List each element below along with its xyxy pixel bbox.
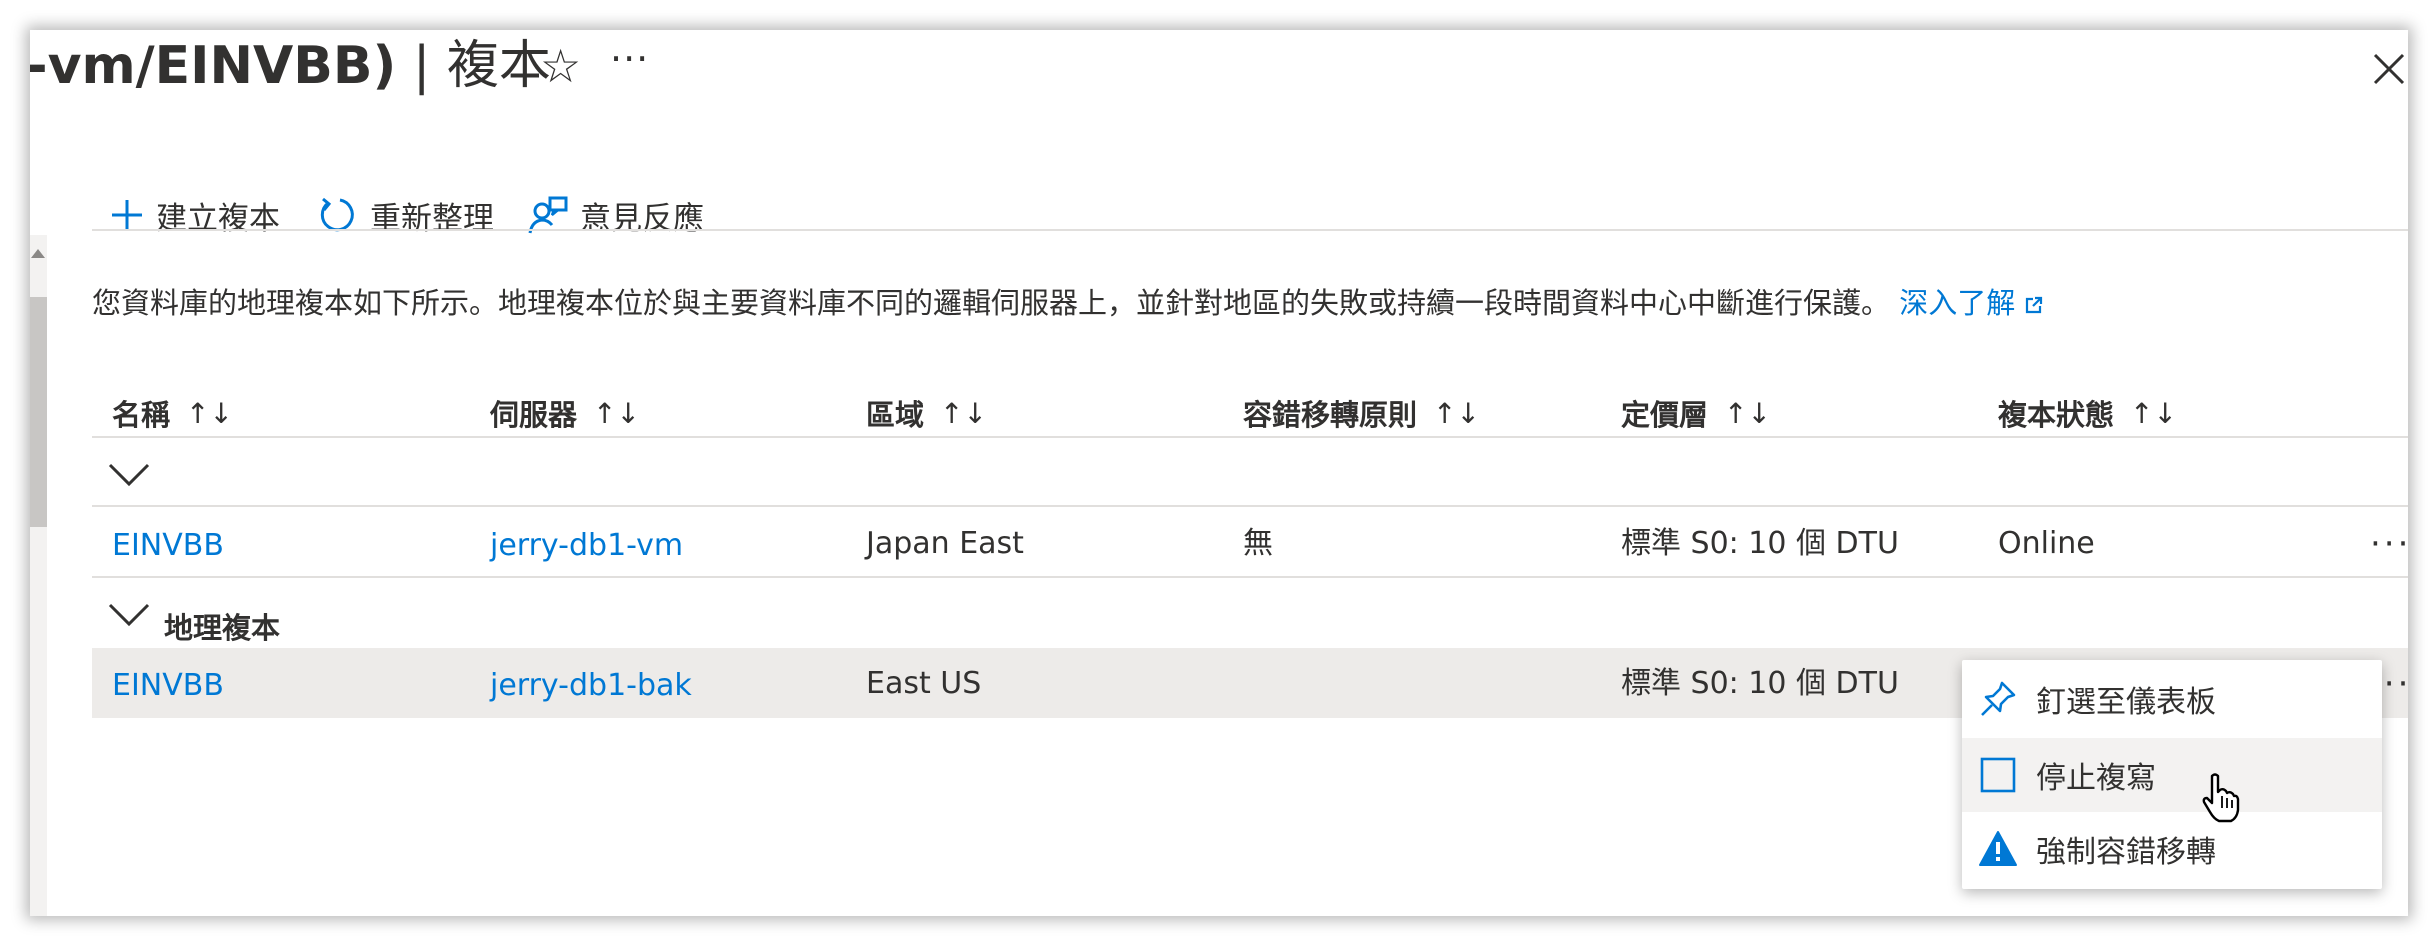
group-divider [92, 505, 2408, 507]
sort-arrows-icon[interactable]: ↑↓ [2130, 397, 2177, 430]
external-link-icon [2026, 296, 2043, 314]
sort-arrows-icon[interactable]: ↑↓ [1724, 397, 1771, 430]
chevron-down-icon[interactable] [108, 462, 150, 488]
learn-more-link[interactable]: 深入了解 [1899, 286, 2044, 320]
favorite-star-icon[interactable]: ☆ [540, 38, 581, 94]
column-header-label: 定價層 [1621, 398, 1709, 432]
row-name-link[interactable]: EINVBB [112, 526, 224, 566]
column-header-label: 複本狀態 [1998, 398, 2115, 432]
menu-item-label: 強制容錯移轉 [2036, 835, 2216, 870]
command-bar: 建立複本 重新整理 意見反應 [30, 170, 2408, 260]
row-region: East US [866, 666, 982, 701]
row-pricing-tier: 標準 S0: 10 個 DTU [1621, 666, 1899, 701]
toolbar-divider [92, 229, 2408, 231]
column-header-label: 名稱 [112, 398, 171, 432]
page-title-separator: | [396, 36, 447, 96]
row-name-link[interactable]: EINVBB [112, 666, 224, 706]
page-title-resource: -vm/EINVBB) [30, 36, 397, 96]
blade-panel: -vm/EINVBB) | 複本 ☆ ··· 建立複本 重新整理 意見反應 您資… [30, 30, 2408, 916]
column-header-label: 區域 [866, 398, 925, 432]
row-region: Japan East [866, 526, 1024, 561]
scrollbar-thumb[interactable] [30, 297, 47, 527]
chevron-down-icon[interactable] [108, 602, 150, 628]
description-body: 您資料庫的地理複本如下所示。地理複本位於與主要資料庫不同的邏輯伺服器上，並針對地… [92, 286, 1891, 320]
row-failover-policy: 無 [1243, 526, 1273, 561]
description-text: 您資料庫的地理複本如下所示。地理複本位於與主要資料庫不同的邏輯伺服器上，並針對地… [92, 282, 2044, 324]
context-menu: 釘選至儀表板 停止複寫 強制容錯移轉 [1962, 660, 2382, 889]
close-icon[interactable] [2372, 52, 2406, 86]
more-options-button[interactable]: ··· [610, 34, 649, 84]
warning-icon [1979, 831, 2017, 866]
learn-more-label: 深入了解 [1899, 286, 2016, 320]
row-pricing-tier: 標準 S0: 10 個 DTU [1621, 526, 1899, 561]
stop-square-icon [1980, 757, 2016, 793]
sort-arrows-icon[interactable]: ↑↓ [940, 397, 987, 430]
row-server-link[interactable]: jerry-db1-vm [490, 526, 683, 566]
header-divider [92, 436, 2408, 438]
menu-item-label: 釘選至儀表板 [2036, 685, 2216, 720]
menu-item-label: 停止複寫 [2036, 761, 2156, 796]
menu-item-stop-replication[interactable]: 停止複寫 [1962, 738, 2382, 812]
vertical-scrollbar[interactable] [30, 235, 47, 916]
pin-icon [1981, 681, 2016, 716]
column-header-label: 容錯移轉原則 [1243, 398, 1418, 432]
sort-arrows-icon[interactable]: ↑↓ [1433, 397, 1480, 430]
row-more-button[interactable]: ··· [2370, 524, 2408, 564]
page-title: -vm/EINVBB) | 複本 [30, 36, 551, 96]
page-title-section: 複本 [446, 36, 551, 96]
sort-arrows-icon[interactable]: ↑↓ [186, 397, 233, 430]
feedback-button[interactable]: 意見反應 [528, 170, 704, 260]
row-replica-status: Online [1998, 526, 2095, 561]
refresh-button[interactable]: 重新整理 [318, 170, 494, 260]
menu-item-forced-failover[interactable]: 強制容錯移轉 [1962, 812, 2382, 886]
column-header-label: 伺服器 [490, 398, 578, 432]
group-label-geo-replicas: 地理複本 [164, 611, 281, 645]
create-replica-button[interactable]: 建立複本 [110, 170, 280, 260]
hand-pointer-cursor-icon [2202, 773, 2240, 823]
menu-item-pin-to-dashboard[interactable]: 釘選至儀表板 [1962, 662, 2382, 736]
plus-icon [112, 200, 142, 230]
row-server-link[interactable]: jerry-db1-bak [490, 666, 692, 706]
row-divider [92, 576, 2408, 578]
sort-arrows-icon[interactable]: ↑↓ [593, 397, 640, 430]
